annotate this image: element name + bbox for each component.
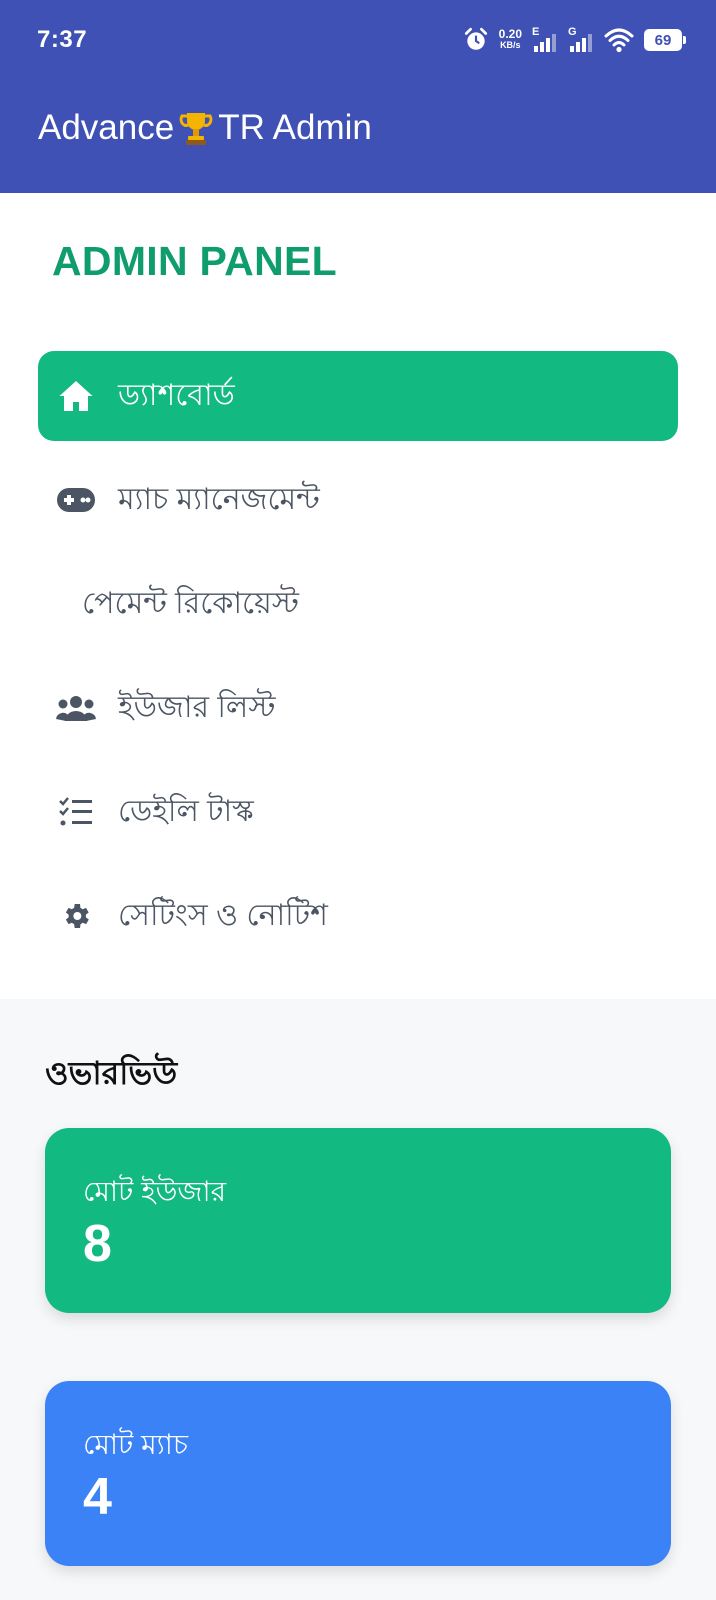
home-icon (56, 376, 96, 416)
panel-title: ADMIN PANEL (52, 238, 337, 284)
stat-value: 8 (83, 1215, 112, 1273)
menu-item-payment-requests[interactable]: পেমেন্ট রিকোয়েস্ট (38, 559, 678, 649)
network-speed-unit: KB/s (500, 40, 521, 50)
overview-title: ওভারভিউ (45, 1055, 178, 1091)
checklist-icon (56, 792, 96, 832)
menu-item-label: ম্যাচ ম্যানেজমেন্ট (118, 482, 320, 516)
alarm-icon (464, 27, 487, 50)
sidebar-menu: ADMIN PANEL ড্যাশবোর্ড ম্যাচ ম্যানেজমেন্… (0, 193, 716, 999)
stat-card-total-matches[interactable]: মোট ম্যাচ 4 (45, 1381, 671, 1566)
menu-item-label: সেটিংস ও নোটিশ (118, 898, 328, 932)
app-title-suffix: TR Admin (218, 108, 372, 147)
battery-level: 69 (654, 31, 672, 49)
battery-icon: 69 (644, 29, 686, 51)
stat-value: 4 (83, 1468, 112, 1526)
menu-item-daily-tasks[interactable]: ডেইলি টাস্ক (38, 767, 678, 857)
menu-item-label: ড্যাশবোর্ড (118, 378, 235, 412)
status-bar: 7:37 0.20 KB/s E G 69 (0, 0, 716, 80)
status-icons: 0.20 KB/s E G 69 (463, 24, 686, 56)
app-title-prefix: Advance (38, 108, 175, 147)
menu-item-settings-notice[interactable]: সেটিংস ও নোটিশ (38, 871, 678, 961)
menu-item-user-list[interactable]: ইউজার লিস্ট (38, 663, 678, 753)
status-time: 7:37 (37, 26, 88, 53)
network-speed: 0.20 KB/s (498, 27, 522, 51)
gamepad-icon (56, 480, 96, 520)
stat-label: মোট ইউজার (83, 1176, 227, 1207)
menu-item-label: ইউজার লিস্ট (118, 690, 276, 724)
signal-sim2-icon: G (568, 26, 594, 52)
signal-sim1-icon: E (532, 26, 558, 52)
app-title: Advance TR Admin (38, 108, 372, 148)
menu-item-dashboard[interactable]: ড্যাশবোর্ড (38, 351, 678, 441)
network-speed-value: 0.20 (498, 27, 522, 41)
gear-icon (56, 896, 96, 936)
menu-item-label: ডেইলি টাস্ক (118, 794, 254, 828)
users-icon (56, 688, 96, 728)
stat-label: মোট ম্যাচ (83, 1429, 188, 1460)
menu-item-label: পেমেন্ট রিকোয়েস্ট (82, 586, 299, 620)
stat-card-total-users[interactable]: মোট ইউজার 8 (45, 1128, 671, 1313)
admin-screen: 7:37 0.20 KB/s E G 69 Advance TR Admin A… (0, 0, 716, 1600)
app-header: 7:37 0.20 KB/s E G 69 Advance TR Admin (0, 0, 716, 193)
wifi-icon (604, 28, 634, 53)
menu-item-match-management[interactable]: ম্যাচ ম্যানেজমেন্ট (38, 455, 678, 545)
trophy-icon (179, 113, 213, 145)
